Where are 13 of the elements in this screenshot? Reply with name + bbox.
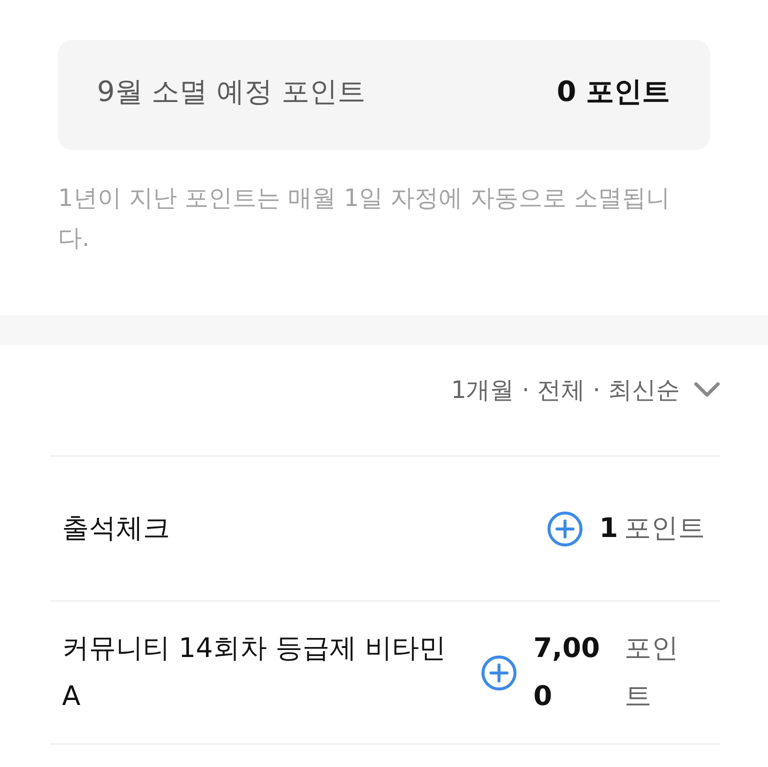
points-unit: 포인트	[624, 512, 705, 546]
plus-circle-icon	[547, 510, 584, 546]
chevron-down-icon	[694, 382, 720, 398]
filter-dropdown[interactable]: 1개월 · 전체 · 최신순	[450, 370, 720, 410]
history-title: 커뮤니티 14회차 등급제 비타민 A	[62, 632, 448, 714]
expiring-points-value: 0 포인트	[556, 74, 670, 110]
expiry-notice: 1년이 지난 포인트는 매월 1일 자정에 자동으로 소멸됩니다.	[58, 183, 671, 254]
history-title: 출석체크	[62, 512, 170, 546]
expiring-points-label: 9월 소멸 예정 포인트	[97, 74, 366, 110]
points-amount: 1	[599, 512, 618, 546]
points-unit: 포인트	[624, 632, 680, 714]
plus-circle-icon	[481, 654, 518, 690]
points-amount: 7,000	[533, 632, 601, 714]
